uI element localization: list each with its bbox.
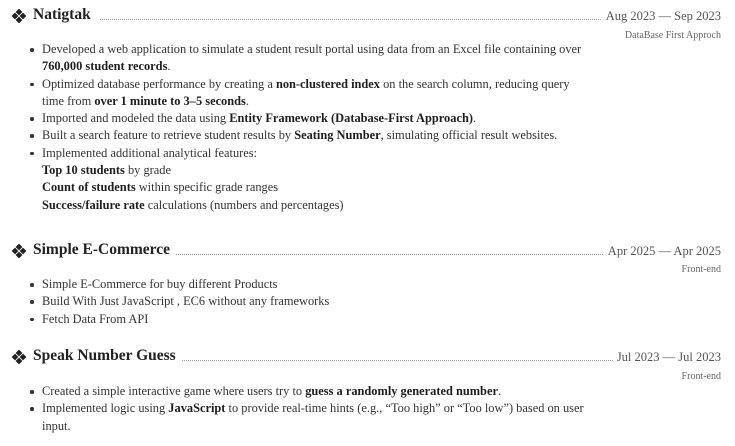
bullet-emphasis: 760,000 student records [42,59,168,74]
bullet-emphasis: JavaScript [168,401,226,416]
project-dates: Apr 2025 — Apr 2025 [603,244,721,259]
bullet-emphasis: over 1 minute to 3–5 seconds [94,93,246,108]
project-title: Simple E-Commerce [33,241,177,259]
list-item: Build With Just JavaScript , EC6 without… [28,293,588,310]
project-subtitle: DataBase First Approch [624,30,721,41]
list-item: Simple E-Commerce for buy different Prod… [28,276,588,293]
project-dates: Aug 2023 — Sep 2023 [601,9,721,24]
bullet-text: Build With Just JavaScript , EC6 without… [42,294,330,309]
feature-emphasis: Top 10 students [42,163,125,178]
bullet-emphasis: Entity Framework (Database-First Approac… [229,111,473,126]
bullet-text: . [497,384,502,398]
bullet-text: Simple E-Commerce for buy different Prod… [42,277,278,291]
project-natigtak: Natigtak Aug 2023 — Sep 2023 DataBase Fi… [0,3,735,212]
list-item: Imported and modeled the data using Enti… [28,110,588,127]
bullet-text: Implemented logic using [42,401,169,416]
bullet-text: Imported and modeled the data using [42,111,230,126]
project-header: Simple E-Commerce Apr 2025 — Apr 2025 [0,238,735,262]
feature-item: Top 10 students by grade [28,162,588,179]
bullet-emphasis: guess a randomly generated number [305,384,498,398]
project-header: Natigtak Aug 2023 — Sep 2023 [0,3,735,27]
feature-emphasis: Success/failure rate [42,197,145,212]
feature-item: Count of students within specific grade … [28,179,588,196]
bullet-text: Optimized database performance by creati… [42,76,276,91]
project-bullet-list: Simple E-Commerce for buy different Prod… [28,276,588,328]
bullet-text: Developed a web application to simulate … [42,42,582,56]
bullet-text: Fetch Data From API [42,311,149,326]
dotted-leader [100,254,615,255]
diamond-bullet-icon [12,244,26,258]
list-item: Implemented additional analytical featur… [28,145,588,162]
bullet-text: , simulating official result websites. [380,128,558,143]
feature-item: Success/failure rate calculations (numbe… [28,197,588,214]
list-item: Fetch Data From API [28,311,588,328]
project-title: Speak Number Guess [33,347,182,365]
feature-text: by grade [124,163,171,178]
bullet-emphasis: non-clustered index [275,76,381,91]
project-speak-number-guess: Speak Number Guess Jul 2023 — Jul 2023 F… [0,344,735,433]
project-bullet-list: Created a simple interactive game where … [28,383,588,435]
dotted-leader [100,19,615,20]
project-bullet-list: Developed a web application to simulate … [28,41,588,214]
bullet-text: . [167,59,171,74]
feature-text: within specific grade ranges [135,180,279,195]
project-subtitle: Front-end [681,371,721,382]
bullet-text: Implemented additional analytical featur… [42,145,258,160]
project-title: Natigtak [33,6,97,24]
list-item: Implemented logic using JavaScript to pr… [28,400,588,435]
bullet-text: Built a search feature to retrieve stude… [42,128,295,143]
diamond-bullet-icon [12,9,26,23]
bullet-emphasis: Seating Number [294,128,381,143]
bullet-text: . [472,111,477,126]
feature-emphasis: Count of students [42,180,136,195]
project-dates: Jul 2023 — Jul 2023 [612,350,721,365]
list-item: Created a simple interactive game where … [28,383,588,400]
list-item: Developed a web application to simulate … [28,41,588,76]
bullet-text: . [245,93,249,108]
project-subtitle: Front-end [681,264,721,275]
project-simple-ecommerce: Simple E-Commerce Apr 2025 — Apr 2025 Fr… [0,238,735,326]
feature-text: calculations (numbers and percentages) [144,197,344,212]
list-item: Optimized database performance by creati… [28,76,588,111]
project-header: Speak Number Guess Jul 2023 — Jul 2023 [0,344,735,368]
bullet-text: Created a simple interactive game where … [42,384,306,398]
diamond-bullet-icon [12,350,26,364]
list-item: Built a search feature to retrieve stude… [28,127,588,144]
